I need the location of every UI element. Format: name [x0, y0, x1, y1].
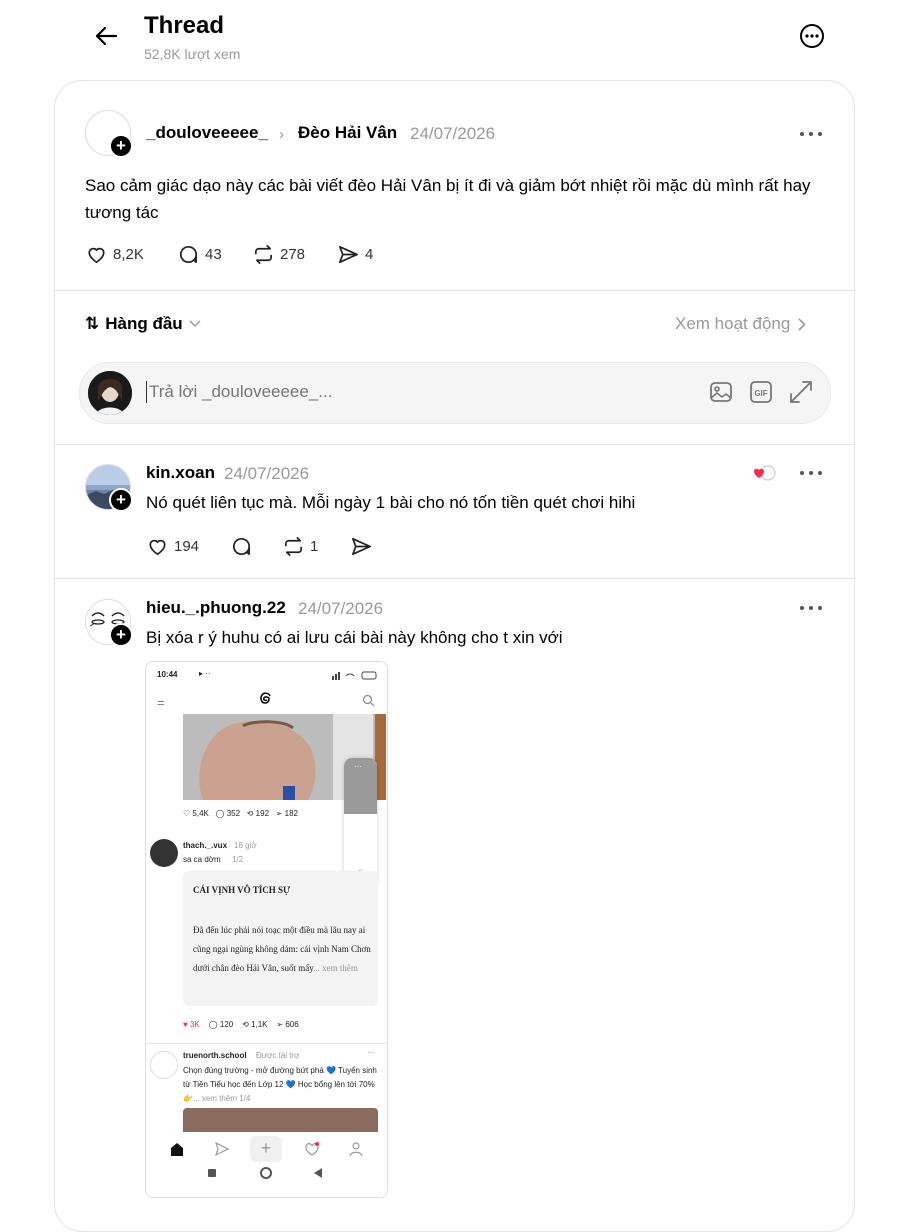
reply-input[interactable] — [146, 381, 671, 403]
post-username[interactable]: _douloveeeee_ — [146, 123, 268, 143]
ss-avatar — [150, 839, 178, 867]
reply-avatar[interactable]: + — [85, 464, 133, 512]
chevron-right-icon: › — [279, 126, 284, 143]
send-icon — [339, 245, 358, 264]
follow-plus-icon[interactable]: + — [109, 623, 133, 647]
ss-ad-text: Chọn đúng trường - mở đường bứt phá 💙 Tu… — [183, 1066, 377, 1103]
reply-text: Bị xóa r ý huhu có ai lưu cái bài này kh… — [146, 628, 563, 647]
reply-comment-button[interactable] — [230, 535, 253, 558]
svg-text:GIF: GIF — [754, 389, 767, 398]
reply-like-count: 194 — [174, 538, 200, 555]
reply-repost-count: 1 — [310, 538, 319, 555]
ss-quote-card: CÁI VỊNH VÔ TÍCH SỰ Đã đến lúc phải nói … — [183, 871, 378, 1006]
menu-icon: = — [157, 695, 165, 710]
sort-label: Hàng đầu — [105, 314, 183, 333]
sort-arrows-icon: ⇅ — [85, 314, 100, 333]
ss-comment-text: sa ca dờm — [183, 855, 221, 864]
attached-screenshot[interactable]: 10:44 ▸ ·· = ♡ 5,4K ◯ 352 ⟲ 192 ➢ 182 ··… — [145, 661, 388, 1198]
activity-label: Xem hoạt động — [675, 314, 791, 333]
send-icon — [352, 537, 371, 556]
recents-icon — [208, 1169, 216, 1177]
liked-heart-icon — [753, 465, 776, 481]
gif-icon[interactable]: GIF — [748, 379, 774, 405]
more-options-icon[interactable] — [798, 22, 826, 50]
comment-count: 43 — [205, 246, 222, 263]
ss-comment-page: 1/2 — [232, 855, 244, 864]
battery-icon — [332, 671, 377, 680]
home-icon — [171, 1143, 183, 1156]
thread-card: + _douloveeeee_ › Đèo Hải Vân 24/07/2026… — [54, 80, 855, 1232]
comment-button[interactable]: 43 — [177, 243, 222, 266]
divider — [55, 290, 854, 291]
search-icon — [362, 694, 375, 707]
comment-icon — [180, 245, 198, 264]
volume-panel: ··· ◀) — [344, 758, 377, 888]
reply-username[interactable]: kin.xoan — [146, 463, 215, 483]
reply-box: GIF — [79, 362, 831, 424]
chevron-down-icon — [189, 320, 201, 328]
view-activity-link[interactable]: Xem hoạt động — [675, 314, 806, 334]
ss-ad-user: truenorth.school — [183, 1051, 247, 1060]
like-button[interactable]: 8,2K — [85, 243, 144, 266]
ss-comment-time: 18 giờ — [234, 841, 257, 850]
profile-icon — [349, 1142, 363, 1157]
post-more-icon[interactable] — [798, 129, 824, 139]
reply-like-button[interactable]: 194 — [146, 535, 199, 558]
view-count: 52,8K lượt xem — [144, 46, 241, 62]
home-button-icon — [260, 1167, 272, 1179]
follow-plus-icon[interactable]: + — [109, 488, 133, 512]
reply-username[interactable]: hieu._.phuong.22 — [146, 598, 286, 618]
repost-count: 278 — [280, 246, 306, 263]
back-icon[interactable] — [90, 20, 122, 52]
reply-more-icon[interactable] — [798, 468, 824, 478]
more-icon: ··· — [354, 762, 362, 771]
repost-icon — [254, 245, 273, 264]
reply-date: 24/07/2026 — [224, 464, 310, 483]
reply-more-icon[interactable] — [798, 603, 824, 613]
ss-quote-title: CÁI VỊNH VÔ TÍCH SỰ — [193, 885, 291, 895]
share-count: 4 — [365, 246, 374, 263]
page-title: Thread — [144, 12, 225, 39]
compose-icon: + — [250, 1136, 282, 1162]
share-button[interactable]: 4 — [337, 243, 373, 266]
post-date: 24/07/2026 — [410, 124, 496, 143]
reply-text: Nó quét liên tục mà. Mỗi ngày 1 bài cho … — [146, 493, 636, 512]
post-topic[interactable]: Đèo Hải Vân — [298, 123, 397, 143]
ss-stats: ♥ 3K ◯ 120 ⟲ 1,1K ➢ 606 — [183, 1020, 299, 1029]
ss-ad-more-icon: ··· — [367, 1048, 375, 1057]
follow-plus-icon[interactable]: + — [109, 134, 133, 158]
heart-icon — [149, 539, 166, 556]
chevron-right-icon — [798, 317, 806, 331]
reply-share-button[interactable] — [350, 535, 373, 558]
expand-icon[interactable] — [788, 379, 814, 405]
ss-ad-image — [183, 1108, 378, 1132]
ss-top-stats: ♡ 5,4K ◯ 352 ⟲ 192 ➢ 182 — [183, 809, 298, 818]
reply-repost-button[interactable]: 1 — [282, 535, 318, 558]
author-avatar[interactable]: + — [85, 110, 133, 158]
send-icon — [214, 1141, 230, 1157]
status-time: 10:44 — [157, 670, 178, 679]
divider — [55, 578, 854, 579]
heart-icon — [88, 247, 105, 264]
reply-date: 24/07/2026 — [298, 599, 384, 618]
ss-comment-user: thach._.vux — [183, 841, 228, 850]
like-count: 8,2K — [113, 246, 144, 263]
threads-logo-icon — [260, 692, 271, 704]
sort-dropdown[interactable]: ⇅ Hàng đầu — [85, 314, 201, 334]
heart-icon — [305, 1142, 319, 1156]
repost-button[interactable]: 278 — [252, 243, 305, 266]
repost-icon — [284, 537, 303, 556]
ss-ad-tag: Được tài trợ — [256, 1051, 300, 1060]
image-icon[interactable] — [708, 379, 734, 405]
my-avatar — [88, 371, 132, 415]
post-text: Sao cảm giác dạo này các bài viết đèo Hả… — [85, 176, 811, 222]
status-icons: ▸ ·· — [199, 669, 211, 678]
back-nav-icon — [314, 1168, 322, 1178]
comment-icon — [233, 537, 251, 556]
ss-ad-avatar — [150, 1051, 178, 1079]
ss-bottom-nav: + — [146, 1132, 387, 1197]
ss-quote-body: Đã đến lúc phải nói toạc một điều mà lâu… — [193, 925, 371, 973]
divider — [55, 444, 854, 445]
reply-avatar[interactable]: + — [85, 599, 133, 647]
